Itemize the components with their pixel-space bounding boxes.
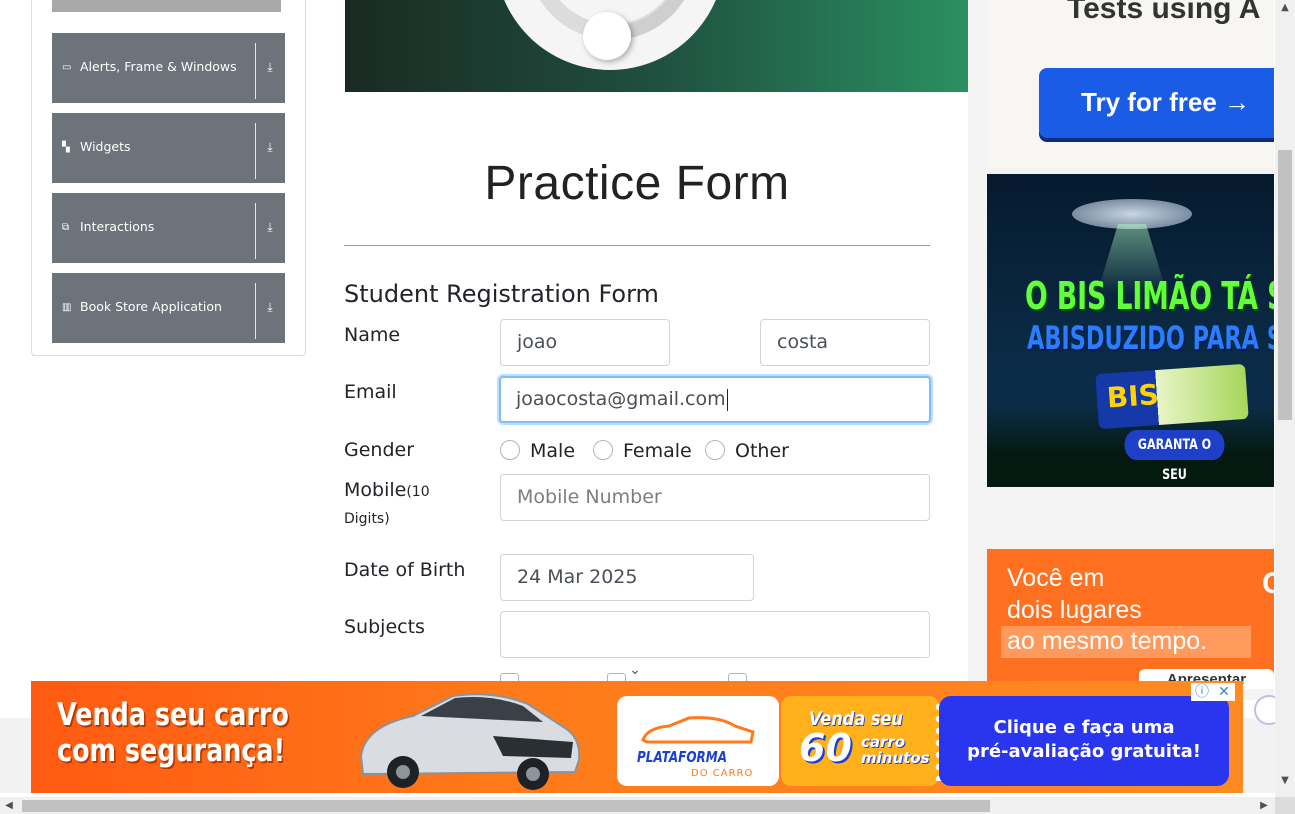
ad-cut-text: C: [1262, 567, 1274, 600]
gender-female-label[interactable]: Female: [623, 440, 692, 462]
pre-avaliacao-button[interactable]: Clique e faça uma pré-avaliação gratuita!: [939, 696, 1229, 786]
sidebar-group-label: Book Store Application: [80, 299, 222, 314]
dob-label: Date of Birth: [344, 559, 466, 581]
scroll-left-arrow-icon[interactable]: ◀: [0, 797, 18, 814]
download-arrow-icon[interactable]: ⤓: [263, 219, 277, 235]
cta-line: Clique e faça uma: [993, 717, 1175, 738]
download-arrow-icon[interactable]: ⤓: [263, 59, 277, 75]
promo-text: carro minutos: [861, 734, 930, 766]
gender-other-radio[interactable]: [705, 440, 725, 460]
email-value: joaocosta@gmail.com: [516, 388, 726, 410]
horizontal-scrollbar[interactable]: ◀ ▶: [0, 797, 1275, 814]
email-label: Email: [344, 381, 397, 403]
garanta-button[interactable]: GARANTA O SEU: [1124, 430, 1225, 483]
divider: [255, 203, 256, 259]
scroll-down-arrow-icon[interactable]: ▼: [1275, 773, 1295, 789]
chevron-down-icon[interactable]: ⌄: [626, 663, 644, 677]
subjects-label: Subjects: [344, 616, 425, 638]
mobile-label: Mobile(10: [344, 479, 430, 501]
divider: [344, 245, 930, 246]
sidebar-group-label: Interactions: [80, 219, 155, 234]
scrollbar-thumb[interactable]: [22, 800, 990, 812]
cta-line: pré-avaliação gratuita!: [967, 741, 1201, 762]
vertical-scrollbar[interactable]: ▲ ▼: [1275, 0, 1295, 797]
page-title: Practice Form: [484, 157, 790, 210]
text-caret: [726, 388, 728, 411]
sidebar-group-widgets[interactable]: ▚ Widgets ⤓: [52, 113, 285, 183]
sidebar-group-label: Widgets: [80, 139, 131, 154]
ad-headline-line: Venda seu carro: [57, 697, 289, 733]
ad-line: Você em: [1007, 564, 1105, 592]
product-pack: BIS: [1095, 363, 1249, 430]
scrollbar-thumb[interactable]: [1278, 150, 1292, 420]
page: ▭ Alerts, Frame & Windows ⤓ ▚ Widgets ⤓ …: [0, 0, 1295, 814]
divider: [255, 43, 256, 99]
dob-input[interactable]: 24 Mar 2025: [500, 554, 754, 601]
mobile-placeholder: Mobile Number: [517, 486, 662, 508]
book-icon: ▥: [62, 302, 72, 313]
download-arrow-icon[interactable]: ⤓: [263, 139, 277, 155]
car-image: [359, 693, 581, 790]
email-field[interactable]: joaocosta@gmail.com: [499, 376, 931, 423]
mobile-label-text: Mobile: [344, 479, 407, 501]
sidebar-collapsed-item[interactable]: [52, 0, 281, 12]
first-name-input[interactable]: joao: [500, 319, 670, 366]
close-icon[interactable]: ✕: [1213, 683, 1235, 701]
ad-line: dois lugares: [1007, 596, 1142, 624]
ad-headline: Venda seu carro com segurança!: [57, 697, 289, 769]
gender-male-label[interactable]: Male: [530, 440, 575, 462]
ad-headline-line: com segurança!: [57, 733, 286, 769]
window-icon: ▭: [62, 62, 72, 73]
mobile-hint: (10: [406, 484, 430, 500]
mobile-hint-line2: Digits): [344, 511, 390, 527]
ad-bis[interactable]: O BIS LIMÃO TÁ SEN ABISDUZIDO PARA SEM B…: [987, 174, 1274, 487]
last-name-input[interactable]: costa: [760, 319, 930, 366]
divider: [255, 123, 256, 179]
sidebar-group-alerts[interactable]: ▭ Alerts, Frame & Windows ⤓: [52, 33, 285, 103]
scrollbar-corner: [1275, 797, 1295, 814]
try-for-free-button[interactable]: Try for free →: [1039, 68, 1274, 138]
logo-text: PLATAFORMA: [637, 748, 727, 766]
logo-subtext: DO CARRO: [691, 768, 754, 779]
header-banner: [345, 0, 968, 92]
gender-label: Gender: [344, 439, 415, 461]
scroll-up-arrow-icon[interactable]: ▲: [1275, 0, 1295, 16]
sidebar-group-interactions[interactable]: ⧉ Interactions ⤓: [52, 193, 285, 263]
car-outline-icon: [641, 716, 755, 744]
ad-line: O BIS LIMÃO TÁ SEN: [1025, 274, 1274, 318]
sidebar-group-label: Alerts, Frame & Windows: [80, 59, 237, 74]
name-label: Name: [344, 324, 401, 346]
promo-text-line: minutos: [861, 749, 930, 767]
gender-other-label[interactable]: Other: [735, 440, 789, 462]
gender-male-radio[interactable]: [500, 440, 520, 460]
promo-60-minutos: Venda seu 60 carro minutos: [781, 696, 939, 786]
bottom-ad-banner[interactable]: Venda seu carro com segurança! PLATAFORMA…: [31, 681, 1243, 793]
scroll-right-arrow-icon[interactable]: ▶: [1255, 797, 1273, 814]
ad-voce[interactable]: Você em dois lugares ao mesmo tempo. C A…: [987, 549, 1274, 689]
ad-tests[interactable]: Tests using A Try for free →: [987, 0, 1274, 168]
brand-text: BIS: [1105, 377, 1160, 415]
interactions-icon: ⧉: [62, 222, 70, 233]
download-arrow-icon[interactable]: ⤓: [263, 299, 277, 315]
ad-line: ABISDUZIDO PARA SEM: [1027, 319, 1274, 357]
mobile-input[interactable]: Mobile Number: [500, 474, 930, 521]
subjects-input[interactable]: [500, 611, 930, 658]
divider: [255, 283, 256, 339]
gender-female-radio[interactable]: [593, 440, 613, 460]
info-icon[interactable]: ⓘ: [1191, 683, 1213, 701]
ad-line: ao mesmo tempo.: [1007, 627, 1208, 655]
ad-choices: ⓘ ✕: [1191, 683, 1235, 701]
sidebar-group-book-store[interactable]: ▥ Book Store Application ⤓: [52, 273, 285, 343]
ad-headline: Tests using A: [1067, 0, 1261, 25]
plataforma-logo: PLATAFORMA DO CARRO: [617, 696, 779, 786]
promo-number: 60: [799, 726, 852, 770]
widgets-icon: ▚: [62, 142, 70, 153]
banner-knob: [583, 12, 631, 60]
form-heading: Student Registration Form: [344, 280, 659, 308]
